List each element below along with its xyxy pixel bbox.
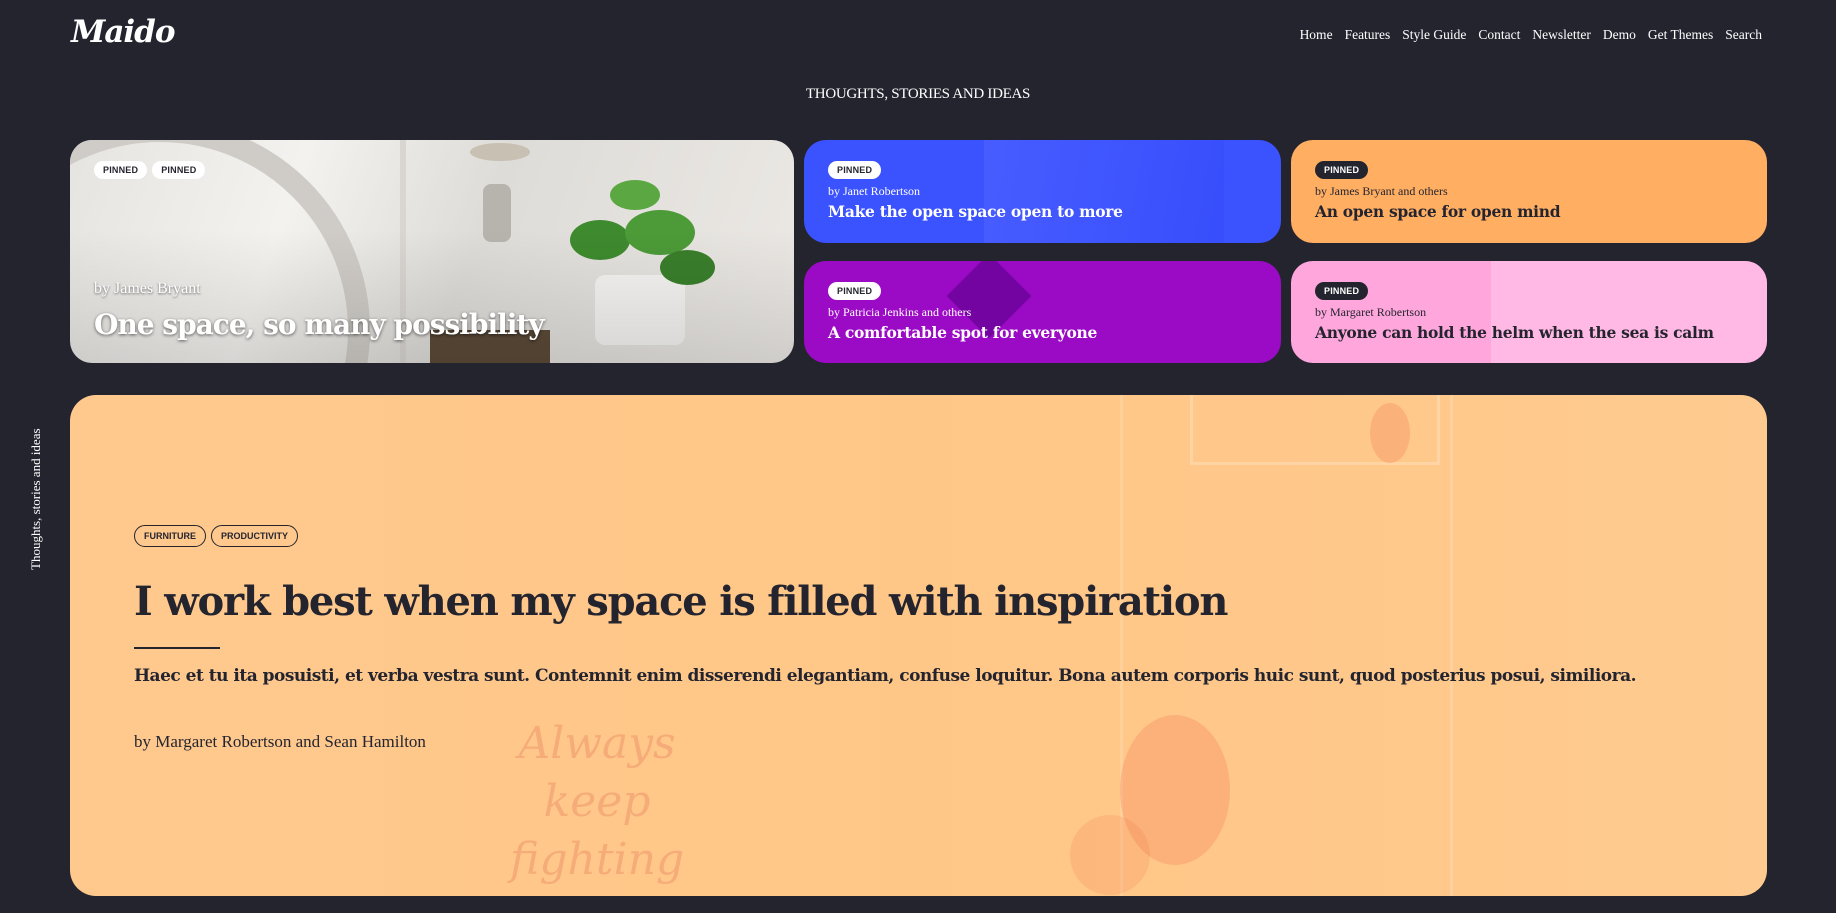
background-art-text: Always keep fighting (510, 718, 685, 885)
featured-excerpt: Haec et tu ita posuisti, et verba vestra… (134, 666, 1637, 686)
pinned-badge[interactable]: PINNED (1315, 161, 1369, 179)
tag-furniture[interactable]: FURNITURE (134, 525, 206, 547)
site-tagline: THOUGHTS, STORIES AND IDEAS (805, 86, 1031, 102)
featured-heading[interactable]: I work best when my space is filled with… (134, 578, 1228, 625)
nav-style-guide[interactable]: Style Guide (1402, 27, 1466, 43)
divider (134, 647, 220, 649)
hero-title[interactable]: One space, so many possibility (94, 308, 545, 341)
nav-search[interactable]: Search (1725, 27, 1762, 43)
nav-home[interactable]: Home (1300, 27, 1333, 43)
card-author[interactable]: by Patricia Jenkins and others (828, 305, 971, 320)
hero-post-card[interactable]: PINNED PINNED by James Bryant One space,… (70, 140, 794, 363)
post-card-orange[interactable]: PINNED by James Bryant and others An ope… (1291, 140, 1767, 243)
nav-get-themes[interactable]: Get Themes (1648, 27, 1713, 43)
post-card-blue[interactable]: PINNED by Janet Robertson Make the open … (804, 140, 1281, 243)
featured-author[interactable]: by Margaret Robertson and Sean Hamilton (134, 732, 426, 752)
post-card-pink[interactable]: PINNED by Margaret Robertson Anyone can … (1291, 261, 1767, 363)
pinned-badge[interactable]: PINNED (1315, 282, 1369, 300)
card-title[interactable]: Make the open space open to more (828, 202, 1123, 221)
side-tagline: Thoughts, stories and ideas (28, 428, 43, 570)
nav-demo[interactable]: Demo (1603, 27, 1636, 43)
featured-post-card[interactable]: Always keep fighting FURNITURE PRODUCTIV… (70, 395, 1767, 896)
tag-productivity[interactable]: PRODUCTIVITY (211, 525, 299, 547)
card-title[interactable]: Anyone can hold the helm when the sea is… (1315, 323, 1714, 342)
pinned-badge[interactable]: PINNED (152, 161, 206, 179)
main-nav: Home Features Style Guide Contact Newsle… (1288, 27, 1762, 43)
pinned-badge[interactable]: PINNED (94, 161, 148, 179)
post-card-purple[interactable]: PINNED by Patricia Jenkins and others A … (804, 261, 1281, 363)
pinned-badge[interactable]: PINNED (828, 282, 882, 300)
card-title[interactable]: An open space for open mind (1315, 202, 1561, 221)
card-title[interactable]: A comfortable spot for everyone (828, 323, 1097, 342)
nav-contact[interactable]: Contact (1478, 27, 1520, 43)
nav-newsletter[interactable]: Newsletter (1532, 27, 1590, 43)
nav-features[interactable]: Features (1345, 27, 1391, 43)
card-author[interactable]: by James Bryant and others (1315, 184, 1448, 199)
site-logo[interactable]: Maido (71, 14, 176, 50)
card-author[interactable]: by Margaret Robertson (1315, 305, 1426, 320)
pinned-badge[interactable]: PINNED (828, 161, 882, 179)
card-author[interactable]: by Janet Robertson (828, 184, 920, 199)
hero-author[interactable]: by James Bryant (94, 280, 201, 298)
